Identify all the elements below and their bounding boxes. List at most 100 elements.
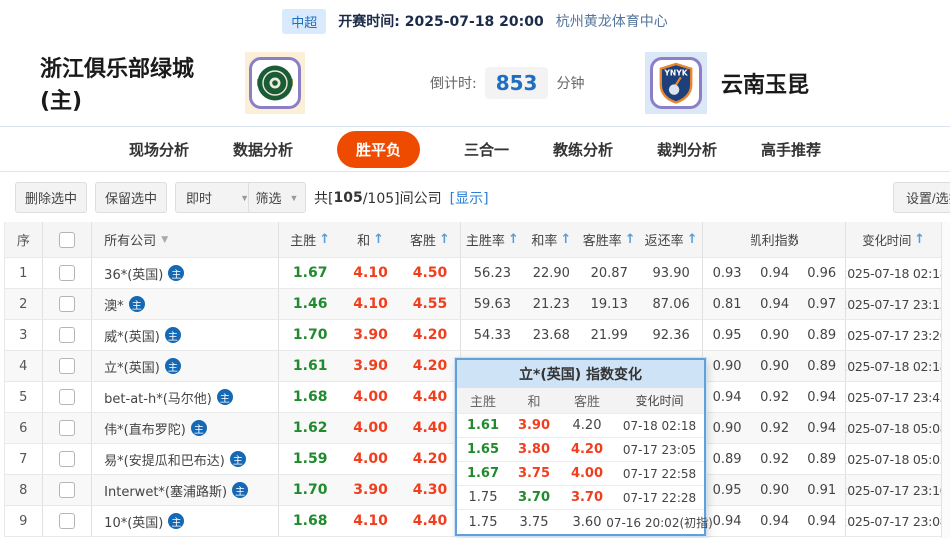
filter-dropdown[interactable]: 筛选▼: [248, 182, 306, 213]
away-odds[interactable]: 4.20: [400, 320, 460, 350]
draw-odds[interactable]: 4.10: [341, 289, 400, 319]
row-checkbox[interactable]: [59, 482, 75, 498]
countdown-label: 倒计时:: [430, 73, 477, 93]
header-home-odds[interactable]: 主胜↑: [279, 222, 340, 257]
table-header-row: 序所有公司▼主胜↑和↑客胜↑主胜率↑和率↑客胜率↑返还率↑凯利指数变化时间↑: [5, 222, 941, 258]
header-company[interactable]: 所有公司▼: [92, 222, 279, 257]
away-odds[interactable]: 4.50: [400, 258, 460, 288]
change-time: 2025-07-17 23:45: [846, 382, 941, 412]
tab-7[interactable]: 高手推荐: [761, 139, 821, 160]
change-time: 2025-07-18 05:08: [846, 413, 941, 443]
company-name[interactable]: 36*(英国)主: [92, 258, 279, 288]
draw-odds[interactable]: 4.00: [341, 382, 400, 412]
home-tag-icon: 主: [168, 513, 184, 529]
row-checkbox[interactable]: [59, 327, 75, 343]
draw-rate: 22.90: [524, 258, 578, 288]
row-checkbox-cell: [43, 320, 93, 350]
row-checkbox[interactable]: [59, 296, 75, 312]
kelly-value: 0.94: [751, 258, 799, 288]
header-draw-odds[interactable]: 和↑: [341, 222, 400, 257]
league-badge[interactable]: 中超: [282, 9, 326, 34]
table-row: 2澳*主1.464.104.5559.6321.2319.1387.060.81…: [5, 289, 941, 320]
odds-change-popup: 立*(英国) 指数变化 主胜和客胜变化时间1.613.904.2007-18 0…: [455, 358, 706, 536]
home-tag-icon: 主: [165, 358, 181, 374]
draw-odds[interactable]: 4.10: [341, 506, 400, 536]
popup-odds-value: 3.90: [509, 418, 559, 433]
kelly-value: 0.95: [703, 475, 751, 505]
header-draw-rate[interactable]: 和率↑: [524, 222, 578, 257]
home-odds[interactable]: 1.70: [279, 320, 340, 350]
draw-odds[interactable]: 3.90: [341, 351, 400, 381]
popup-odds-value: 3.70: [509, 490, 559, 505]
sort-arrow-icon: ↑: [439, 232, 450, 247]
row-checkbox[interactable]: [59, 358, 75, 374]
home-odds[interactable]: 1.68: [279, 382, 340, 412]
row-checkbox[interactable]: [59, 265, 75, 281]
home-rate: 56.23: [461, 258, 524, 288]
row-seq: 1: [5, 258, 43, 288]
away-odds[interactable]: 4.30: [400, 475, 460, 505]
home-odds[interactable]: 1.62: [279, 413, 340, 443]
company-name[interactable]: 10*(英国)主: [92, 506, 279, 536]
company-name[interactable]: 澳*主: [92, 289, 279, 319]
home-odds[interactable]: 1.70: [279, 475, 340, 505]
header-away-rate[interactable]: 客胜率↑: [579, 222, 640, 257]
away-odds[interactable]: 4.20: [400, 444, 460, 474]
table-toolbar: 删除选中 保留选中 即时▼ 筛选▼ 共[105/105]间公司 [显示] 设置/…: [4, 180, 950, 216]
away-team-name: 云南玉昆: [721, 67, 809, 99]
select-all-checkbox[interactable]: [59, 232, 75, 248]
company-name[interactable]: 伟*(直布罗陀)主: [92, 413, 279, 443]
row-checkbox[interactable]: [59, 451, 75, 467]
row-checkbox[interactable]: [59, 420, 75, 436]
header-checkbox: [43, 222, 93, 257]
row-seq: 6: [5, 413, 43, 443]
company-name[interactable]: 威*(英国)主: [92, 320, 279, 350]
company-name[interactable]: 易*(安提瓜和巴布达)主: [92, 444, 279, 474]
row-checkbox-cell: [43, 258, 93, 288]
draw-odds[interactable]: 3.90: [341, 475, 400, 505]
home-odds[interactable]: 1.59: [279, 444, 340, 474]
draw-odds[interactable]: 4.00: [341, 444, 400, 474]
kelly-value: 0.95: [703, 320, 751, 350]
kelly-value: 0.89: [798, 444, 846, 474]
home-tag-icon: 主: [217, 389, 233, 405]
show-link[interactable]: [显示]: [450, 188, 489, 208]
home-odds[interactable]: 1.61: [279, 351, 340, 381]
home-team: 浙江俱乐部绿城(主): [40, 40, 305, 126]
tab-5[interactable]: 教练分析: [553, 139, 613, 160]
draw-odds[interactable]: 3.90: [341, 320, 400, 350]
away-odds[interactable]: 4.20: [400, 351, 460, 381]
away-odds[interactable]: 4.40: [400, 382, 460, 412]
home-odds[interactable]: 1.46: [279, 289, 340, 319]
keep-selected-button[interactable]: 保留选中: [95, 182, 167, 213]
popup-change-time: 07-16 20:02(初指): [615, 514, 704, 531]
company-name[interactable]: Interwet*(塞浦路斯)主: [92, 475, 279, 505]
draw-odds[interactable]: 4.10: [341, 258, 400, 288]
away-odds[interactable]: 4.40: [400, 506, 460, 536]
tab-1[interactable]: 现场分析: [129, 139, 189, 160]
tab-3[interactable]: 胜平负: [337, 131, 420, 168]
settings-select-button[interactable]: 设置/选择: [893, 182, 950, 213]
row-checkbox[interactable]: [59, 389, 75, 405]
table-scrollbar[interactable]: [941, 222, 950, 538]
delete-selected-button[interactable]: 删除选中: [15, 182, 87, 213]
home-odds[interactable]: 1.67: [279, 258, 340, 288]
popup-header: 主胜: [457, 391, 509, 410]
header-away-odds[interactable]: 客胜↑: [400, 222, 460, 257]
home-tag-icon: 主: [129, 296, 145, 312]
away-odds[interactable]: 4.40: [400, 413, 460, 443]
row-checkbox[interactable]: [59, 513, 75, 529]
tab-2[interactable]: 数据分析: [233, 139, 293, 160]
company-name[interactable]: 立*(英国)主: [92, 351, 279, 381]
home-tag-icon: 主: [165, 327, 181, 343]
company-name[interactable]: bet-at-h*(马尔他)主: [92, 382, 279, 412]
away-odds[interactable]: 4.55: [400, 289, 460, 319]
home-odds[interactable]: 1.68: [279, 506, 340, 536]
draw-odds[interactable]: 4.00: [341, 413, 400, 443]
header-change-time[interactable]: 变化时间↑: [846, 222, 941, 257]
header-home-rate[interactable]: 主胜率↑: [461, 222, 524, 257]
tab-6[interactable]: 裁判分析: [657, 139, 717, 160]
header-return-rate[interactable]: 返还率↑: [640, 222, 703, 257]
tab-4[interactable]: 三合一: [464, 139, 509, 160]
kelly-value: 0.94: [703, 382, 751, 412]
